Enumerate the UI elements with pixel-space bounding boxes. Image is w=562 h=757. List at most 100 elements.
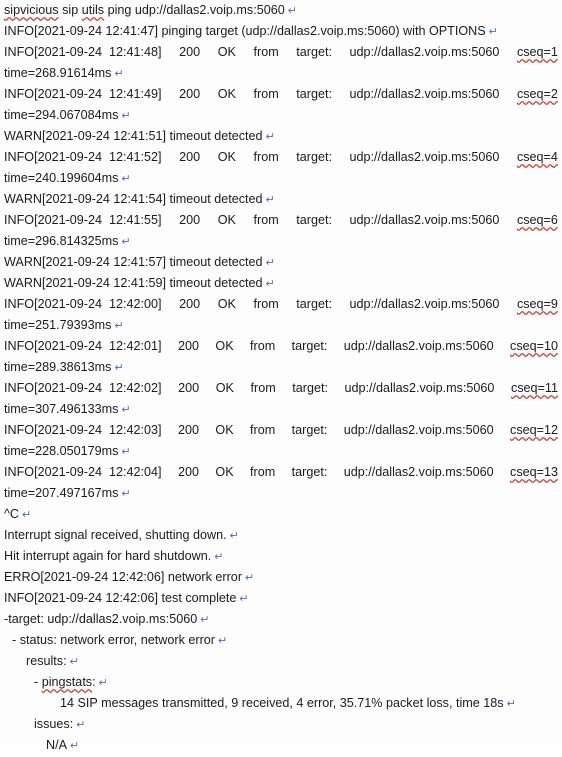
log-line-interrupt: Interrupt signal received, shutting down… bbox=[0, 525, 562, 546]
log-status-code: 200 bbox=[179, 45, 201, 59]
log-level-timestamp: INFO[2021-09-24 bbox=[4, 297, 103, 311]
log-status-code: 200 bbox=[179, 87, 201, 101]
log-time: 12:41:55] bbox=[109, 213, 162, 227]
log-timestamp-group: INFO[2021-09-24 12:41:55] bbox=[4, 210, 162, 231]
log-text: INFO[2021-09-24 12:41:47] pinging target… bbox=[4, 24, 486, 38]
log-line-time: time=268.91614ms ↵ bbox=[0, 63, 562, 84]
log-line-time: time=296.814325ms ↵ bbox=[0, 231, 562, 252]
log-line-ping-start: INFO[2021-09-24 12:41:47] pinging target… bbox=[0, 21, 562, 42]
log-level-timestamp: INFO[2021-09-24 bbox=[4, 87, 103, 101]
log-timestamp-group: INFO[2021-09-24 12:41:49] bbox=[4, 84, 162, 105]
pilcrow-icon: ↵ bbox=[506, 698, 516, 710]
log-status-text: OK bbox=[217, 297, 236, 311]
log-text: -target: udp://dallas2.voip.ms:5060 bbox=[4, 612, 198, 626]
log-text: time=307.496133ms bbox=[4, 402, 119, 416]
log-cseq: cseq=4 bbox=[516, 150, 558, 164]
log-timestamp-group: INFO[2021-09-24 12:42:04] bbox=[4, 462, 162, 483]
log-text: WARN[2021-09-24 12:41:57] timeout detect… bbox=[4, 255, 263, 269]
log-target-uri: udp://dallas2.voip.ms:5060 bbox=[349, 150, 500, 164]
log-text: 14 SIP messages transmitted, 9 received,… bbox=[60, 696, 504, 710]
log-from-label: from bbox=[253, 213, 279, 227]
log-cseq: cseq=10 bbox=[510, 339, 558, 353]
summary-issues-label: issues: ↵ bbox=[0, 714, 562, 735]
log-text: - status: network error, network error bbox=[12, 633, 215, 647]
log-status-text: OK bbox=[217, 150, 236, 164]
log-target-label: target: bbox=[291, 423, 328, 437]
log-timestamp-group: INFO[2021-09-24 12:42:01] bbox=[4, 336, 162, 357]
log-from-label: from bbox=[250, 339, 276, 353]
log-target-uri: udp://dallas2.voip.ms:5060 bbox=[344, 381, 495, 395]
log-text: ERRO[2021-09-24 12:42:06] network error bbox=[4, 570, 243, 584]
log-text: results: bbox=[26, 654, 67, 668]
pilcrow-icon: ↵ bbox=[121, 173, 131, 185]
log-text: time=251.79393ms bbox=[4, 318, 112, 332]
log-line-response: INFO[2021-09-24 12:41:52] 200 OK from tar… bbox=[0, 147, 562, 168]
log-line-warning: WARN[2021-09-24 12:41:54] timeout detect… bbox=[0, 189, 562, 210]
log-text: time=268.91614ms bbox=[4, 66, 112, 80]
log-line-time: time=294.067084ms ↵ bbox=[0, 105, 562, 126]
log-level-timestamp: INFO[2021-09-24 bbox=[4, 45, 103, 59]
log-status-text: OK bbox=[215, 339, 234, 353]
log-text: WARN[2021-09-24 12:41:54] timeout detect… bbox=[4, 192, 263, 206]
summary-issues-value: N/A ↵ bbox=[0, 735, 562, 756]
log-level-timestamp: INFO[2021-09-24 bbox=[4, 339, 103, 353]
log-level-timestamp: INFO[2021-09-24 bbox=[4, 381, 103, 395]
pilcrow-icon: ↵ bbox=[214, 551, 224, 563]
pilcrow-icon: ↵ bbox=[121, 404, 131, 416]
log-text: - pingstats: bbox=[34, 675, 96, 689]
log-target-uri: udp://dallas2.voip.ms:5060 bbox=[349, 45, 500, 59]
log-from-label: from bbox=[250, 381, 276, 395]
log-cseq: cseq=9 bbox=[516, 297, 558, 311]
log-line-warning: WARN[2021-09-24 12:41:57] timeout detect… bbox=[0, 252, 562, 273]
log-text: INFO[2021-09-24 12:42:06] test complete bbox=[4, 591, 237, 605]
pilcrow-icon: ↵ bbox=[22, 509, 32, 521]
pilcrow-icon: ↵ bbox=[114, 320, 124, 332]
log-cseq: cseq=1 bbox=[516, 45, 558, 59]
pilcrow-icon: ↵ bbox=[70, 740, 80, 752]
log-line-sigint: ^C ↵ bbox=[0, 504, 562, 525]
log-text: time=207.497167ms bbox=[4, 486, 119, 500]
command-program: sipvicious bbox=[4, 3, 59, 17]
log-line-time: time=228.050179ms ↵ bbox=[0, 441, 562, 462]
log-line-time: time=289.38613ms ↵ bbox=[0, 357, 562, 378]
pilcrow-icon: ↵ bbox=[69, 656, 79, 668]
log-text: Hit interrupt again for hard shutdown. bbox=[4, 549, 212, 563]
log-status-text: OK bbox=[217, 213, 236, 227]
pilcrow-icon: ↵ bbox=[488, 26, 498, 38]
summary-pingstats-value: 14 SIP messages transmitted, 9 received,… bbox=[0, 693, 562, 714]
pilcrow-icon: ↵ bbox=[121, 446, 131, 458]
log-target-uri: udp://dallas2.voip.ms:5060 bbox=[349, 87, 500, 101]
log-target-label: target: bbox=[292, 381, 328, 395]
log-time: 12:42:04] bbox=[109, 465, 162, 479]
log-target-uri: udp://dallas2.voip.ms:5060 bbox=[349, 297, 500, 311]
log-timestamp-group: INFO[2021-09-24 12:42:00] bbox=[4, 294, 162, 315]
log-timestamp-group: INFO[2021-09-24 12:41:52] bbox=[4, 147, 162, 168]
log-from-label: from bbox=[250, 465, 276, 479]
log-line-response: INFO[2021-09-24 12:42:04] 200 OK from tar… bbox=[0, 462, 562, 483]
pilcrow-icon: ↵ bbox=[121, 110, 131, 122]
pingstats-keyword: pingstats bbox=[41, 675, 93, 689]
log-target-label: target: bbox=[296, 213, 332, 227]
log-timestamp-group: INFO[2021-09-24 12:42:03] bbox=[4, 420, 162, 441]
log-level-timestamp: INFO[2021-09-24 bbox=[4, 423, 103, 437]
log-status-code: 200 bbox=[177, 465, 199, 479]
log-text: Interrupt signal received, shutting down… bbox=[4, 528, 227, 542]
pilcrow-icon: ↵ bbox=[229, 530, 239, 542]
log-from-label: from bbox=[253, 297, 279, 311]
log-from-label: from bbox=[253, 45, 279, 59]
pilcrow-icon: ↵ bbox=[200, 614, 210, 626]
log-time: 12:42:01] bbox=[109, 339, 162, 353]
pilcrow-icon: ↵ bbox=[265, 131, 275, 143]
log-cseq: cseq=6 bbox=[516, 213, 558, 227]
log-text: N/A bbox=[46, 738, 67, 752]
log-from-label: from bbox=[250, 423, 276, 437]
log-text: time=289.38613ms bbox=[4, 360, 112, 374]
log-cseq: cseq=13 bbox=[510, 465, 558, 479]
log-text: WARN[2021-09-24 12:41:51] timeout detect… bbox=[4, 129, 263, 143]
log-status-code: 200 bbox=[178, 381, 200, 395]
log-text: time=240.199604ms bbox=[4, 171, 119, 185]
log-line-warning: WARN[2021-09-24 12:41:51] timeout detect… bbox=[0, 126, 562, 147]
log-target-uri: udp://dallas2.voip.ms:5060 bbox=[349, 213, 500, 227]
pilcrow-icon: ↵ bbox=[265, 257, 275, 269]
log-status-text: OK bbox=[215, 381, 234, 395]
